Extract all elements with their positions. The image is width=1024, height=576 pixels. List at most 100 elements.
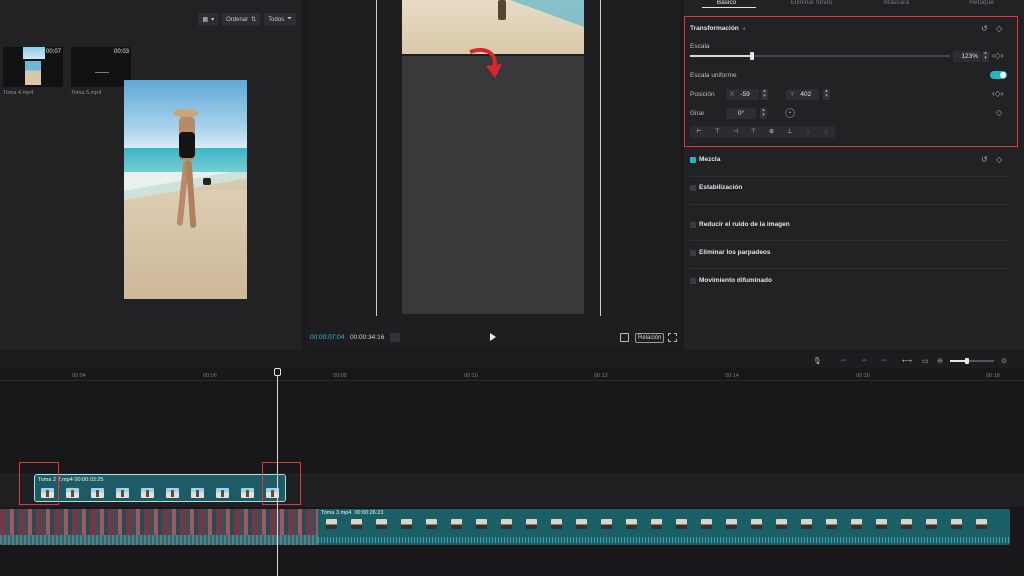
tab-remove-background[interactable]: Eliminar fondo bbox=[769, 0, 854, 8]
clip-duration: 00:07 bbox=[45, 49, 61, 55]
preview-canvas[interactable] bbox=[402, 56, 584, 314]
link-main-track-icon[interactable]: ⇔ bbox=[840, 357, 847, 365]
zoom-slider-handle[interactable] bbox=[965, 358, 969, 364]
blend-title: Mezcla bbox=[699, 156, 721, 163]
microphone-icon[interactable]: 🎙 bbox=[813, 357, 822, 365]
time-ruler[interactable]: 00:04 00:06 00:08 00:10 00:12 00:14 00:1… bbox=[0, 371, 1024, 381]
main-clip-b-name: Toma 3.mp4 bbox=[321, 510, 352, 516]
section-divider bbox=[690, 204, 1008, 205]
clip-preview-beach bbox=[25, 61, 41, 85]
ruler-tick: 00:16 bbox=[856, 373, 870, 379]
zoom-out-icon[interactable]: ⊖ bbox=[937, 357, 943, 365]
noise-reduction-checkbox[interactable] bbox=[690, 222, 696, 228]
tab-mask[interactable]: Máscara bbox=[854, 0, 939, 8]
clip-frame bbox=[643, 517, 668, 534]
media-clip[interactable]: 00:03 Toma 5.mp4 bbox=[71, 47, 131, 96]
sort-icon: ⇅ bbox=[251, 17, 257, 23]
section-divider bbox=[690, 268, 1008, 269]
main-video-track[interactable]: Toma 3.mp4 00:00:26:23 bbox=[0, 509, 1010, 545]
clip-name: Toma 5.mp4 bbox=[71, 90, 102, 96]
clip-duration: 00:03 bbox=[113, 49, 129, 55]
ruler-tick: 00:04 bbox=[72, 373, 86, 379]
clip-frame bbox=[185, 486, 210, 499]
clip-frame bbox=[543, 517, 568, 534]
main-clip-b-duration: 00:00:26:23 bbox=[354, 510, 384, 516]
playhead-handle[interactable] bbox=[274, 368, 281, 376]
keyframe-icon[interactable]: ◇ bbox=[996, 155, 1002, 164]
clip-frame bbox=[893, 517, 918, 534]
total-timecode: 00:00:34:16 bbox=[350, 334, 385, 341]
section-divider bbox=[690, 240, 1008, 241]
ruler-tick: 00:08 bbox=[333, 373, 347, 379]
ruler-tick: 00:10 bbox=[464, 373, 478, 379]
ruler-tick: 00:18 bbox=[986, 373, 1000, 379]
clip-frame bbox=[135, 486, 160, 499]
clip-frame bbox=[210, 486, 235, 499]
ruler-tick: 00:12 bbox=[594, 373, 608, 379]
motion-blur-checkbox[interactable] bbox=[690, 278, 696, 284]
timecode-menu-icon[interactable] bbox=[390, 333, 400, 342]
clip-frame bbox=[110, 486, 135, 499]
blend-checkbox[interactable] bbox=[690, 157, 696, 163]
noise-reduction-title: Reducir el ruido de la imagen bbox=[699, 221, 790, 228]
reset-icon[interactable]: ↺ bbox=[981, 155, 988, 164]
clip-frame bbox=[518, 517, 543, 534]
sort-label: Ordenar bbox=[226, 16, 249, 23]
clip-frame bbox=[60, 486, 85, 499]
overlay-clip-file: 2.mp4 bbox=[57, 477, 73, 483]
swimsuit-shape bbox=[179, 132, 195, 158]
media-clip[interactable]: 00:07 Toma 4.mp4 bbox=[3, 47, 63, 96]
linkage-icon[interactable]: ⇔ bbox=[881, 357, 888, 365]
highlight-clip-end bbox=[262, 462, 301, 505]
video-frame-image[interactable] bbox=[124, 80, 247, 299]
play-icon[interactable] bbox=[490, 333, 496, 341]
clip-frame bbox=[235, 486, 260, 499]
playhead-line[interactable] bbox=[277, 370, 278, 576]
split-icon[interactable]: ⟷ bbox=[902, 357, 912, 365]
video-editor-window: ▦ ▾ Ordenar ⇅ Todos ⏷ 00:07 Toma 4.mp4 00:0… bbox=[0, 0, 1024, 576]
tab-retouch[interactable]: Retoque bbox=[939, 0, 1024, 8]
view-toggle-button[interactable]: ▦ ▾ bbox=[198, 13, 219, 26]
fullscreen-icon[interactable] bbox=[668, 333, 677, 342]
clip-frame bbox=[968, 517, 993, 534]
timeline-toolbar: 🎙 ⇔ ⇔ ⇔ ⟷ ▭ ⊖ ⊙ bbox=[0, 354, 1024, 368]
clip-frame bbox=[668, 517, 693, 534]
preview-axis-icon[interactable]: ▭ bbox=[922, 357, 929, 365]
clip-frame bbox=[843, 517, 868, 534]
current-timecode: 00:00:07:04 bbox=[310, 334, 345, 341]
clip-frame bbox=[818, 517, 843, 534]
filter-icon: ⏷ bbox=[287, 16, 292, 22]
clip-frame bbox=[768, 517, 793, 534]
zoom-slider-fill bbox=[950, 360, 966, 362]
deflicker-checkbox[interactable] bbox=[690, 250, 696, 256]
clip-frame bbox=[593, 517, 618, 534]
hat-shape bbox=[173, 109, 199, 117]
clip-preview-line bbox=[95, 72, 109, 73]
section-divider bbox=[690, 176, 1008, 177]
clip-frame bbox=[343, 517, 368, 534]
stabilization-checkbox[interactable] bbox=[690, 185, 696, 191]
sort-button[interactable]: Ordenar ⇅ bbox=[222, 13, 261, 26]
highlight-clip-start bbox=[19, 462, 59, 505]
curved-arrow-icon bbox=[469, 48, 502, 78]
preview-controls: 00:00:07:04 00:00:34:16 Relación bbox=[306, 326, 680, 350]
filter-label: Todos bbox=[268, 16, 285, 23]
overlay-clip[interactable]: Toma 2 2.mp4 00:00:03:25 bbox=[34, 474, 286, 502]
clip-thumbnail: 00:07 bbox=[3, 47, 63, 87]
clip-thumbnail: 00:03 bbox=[71, 47, 131, 87]
preview-panel bbox=[306, 0, 680, 350]
stabilization-title: Estabilización bbox=[699, 184, 743, 191]
aspect-ratio-button[interactable]: Relación bbox=[635, 333, 665, 343]
highlight-transform-section bbox=[684, 16, 1018, 147]
auto-snap-icon[interactable]: ⇔ bbox=[861, 357, 868, 365]
overlay-clip-frames bbox=[35, 486, 285, 499]
main-clip-a[interactable] bbox=[0, 509, 318, 545]
fit-screen-icon[interactable] bbox=[620, 333, 629, 342]
clip-preview-sky bbox=[23, 47, 45, 59]
clip-frame bbox=[568, 517, 593, 534]
clip-frame bbox=[418, 517, 443, 534]
filter-button[interactable]: Todos ⏷ bbox=[264, 13, 296, 26]
clip-frame bbox=[943, 517, 968, 534]
deflicker-title: Eliminar los parpadeos bbox=[699, 249, 771, 256]
zoom-fit-icon[interactable]: ⊙ bbox=[1001, 357, 1007, 365]
